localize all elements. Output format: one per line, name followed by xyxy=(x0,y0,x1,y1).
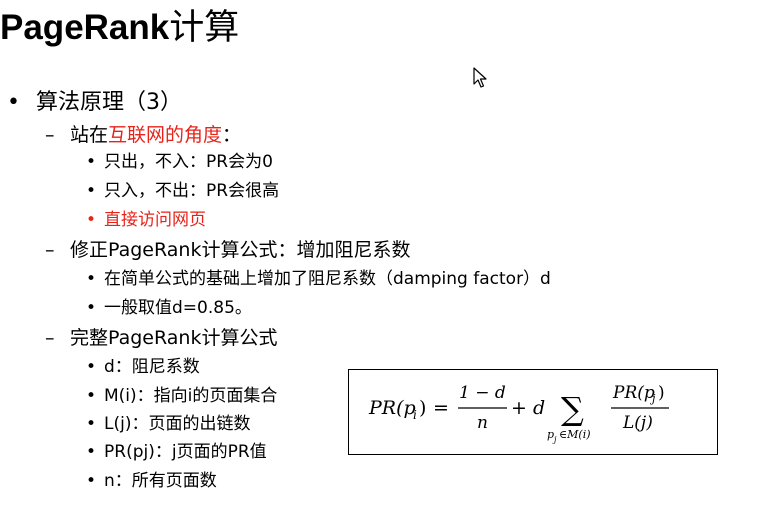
section1-item-bullet: • xyxy=(86,181,97,201)
formula-lhs: PR(p xyxy=(368,397,416,419)
slide-title: PageRank计算 xyxy=(0,6,239,50)
pagerank-formula-box: PR(p i ) = 1 − d n + d ∑ p j ∈M(i) PR(p … xyxy=(348,369,718,455)
section2-item: 一般取值d=0.85。 xyxy=(104,298,252,318)
section3-heading: 完整PageRank计算公式 xyxy=(70,327,278,349)
section3-item: L(j)：页面的出链数 xyxy=(104,414,251,434)
section2-item-bullet: • xyxy=(86,269,97,289)
section3-item-bullet: • xyxy=(86,414,97,434)
formula-sum-sign: ∑ xyxy=(561,390,584,428)
section2-heading: 修正PageRank计算公式：增加阻尼系数 xyxy=(70,239,411,261)
formula-frac2-den: L(j) xyxy=(622,413,653,433)
section3-item-bullet: • xyxy=(86,386,97,406)
section3-item: d：阻尼系数 xyxy=(104,357,200,377)
pagerank-formula: PR(p i ) = 1 − d n + d ∑ p j ∈M(i) PR(p … xyxy=(368,383,669,444)
section1-item-highlight: 直接访问网页 xyxy=(104,210,206,230)
section3-item: M(i)：指向i的页面集合 xyxy=(104,386,278,406)
section1-dash: – xyxy=(45,124,55,146)
formula-frac2-num-close: ) xyxy=(658,383,665,403)
section2-item: 在简单公式的基础上增加了阻尼系数（damping factor）d xyxy=(104,269,551,289)
section3-item-bullet: • xyxy=(86,357,97,377)
section2-dash: – xyxy=(45,239,55,261)
mouse-pointer-icon xyxy=(473,67,487,88)
section3-dash: – xyxy=(45,327,55,349)
formula-plus-d: + d xyxy=(511,397,545,419)
section3-item-bullet: • xyxy=(86,471,97,491)
title-cn: 计算 xyxy=(169,8,240,47)
formula-frac1-num: 1 − d xyxy=(459,383,506,403)
formula-equals: = xyxy=(433,397,449,419)
l1-bullet: • xyxy=(7,90,20,115)
l1-heading: 算法原理（3） xyxy=(36,90,182,115)
section3-item: PR(pj)：j页面的PR值 xyxy=(104,442,267,462)
formula-sum-sub-rest: ∈M(i) xyxy=(559,428,591,441)
section1-item-bullet: • xyxy=(86,152,97,172)
section1-highlight: 互联网的角度 xyxy=(108,124,223,146)
formula-frac1-den: n xyxy=(477,413,488,433)
formula-frac2-num: PR(p xyxy=(612,383,655,403)
section3-item: n：所有页面数 xyxy=(104,471,217,491)
title-latin: PageRank xyxy=(0,8,170,47)
formula-sum-sub: p xyxy=(547,428,554,441)
section1-prefix: 站在 xyxy=(70,124,109,146)
section1-item: 只出，不入：PR会为0 xyxy=(104,152,273,172)
section1-item: 只入，不出：PR会很高 xyxy=(104,181,280,201)
section1-heading: 站在互联网的角度： xyxy=(70,122,241,148)
formula-lhs-sub: i xyxy=(413,408,417,422)
section2-item-bullet: • xyxy=(86,298,97,318)
section1-item-bullet: • xyxy=(86,210,97,230)
section3-item-bullet: • xyxy=(86,442,97,462)
formula-lhs-close: ) xyxy=(419,397,426,419)
section1-suffix: ： xyxy=(222,124,242,146)
